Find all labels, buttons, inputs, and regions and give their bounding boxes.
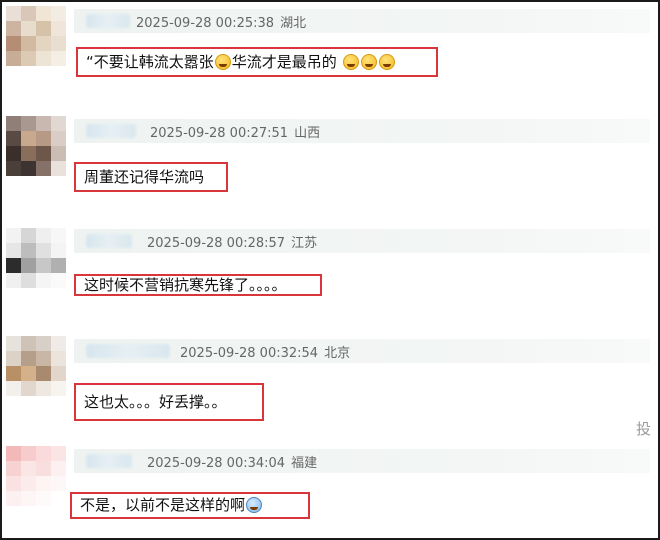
comment-timestamp: 2025-09-28 00:34:04 福建 <box>147 452 323 471</box>
comment-text: 不是，以前不是这样的啊 <box>80 496 246 514</box>
comment-time: 2025-09-28 00:28:57 <box>147 236 286 251</box>
comment-timestamp: 2025-09-28 00:32:54 北京 <box>180 342 356 361</box>
comment-content-highlighted: 周董还记得华流吗 <box>74 162 228 192</box>
side-action-label[interactable]: 投 <box>636 418 651 439</box>
comment-time: 2025-09-28 00:32:54 <box>180 346 319 361</box>
comment-timestamp: 2025-09-28 00:28:57 江苏 <box>147 232 323 251</box>
avatar[interactable] <box>6 446 66 506</box>
comment-location: 江苏 <box>291 236 318 251</box>
comment-content-highlighted: 这也太。。。好丢撑。。 <box>74 383 264 421</box>
username-blurred[interactable] <box>86 14 130 28</box>
avatar[interactable] <box>6 116 66 176</box>
comment-location: 山西 <box>294 126 321 141</box>
grin-squint-emoji <box>214 54 231 70</box>
comment-meta-bar: 2025-09-28 00:27:51 山西 <box>74 119 650 143</box>
comment-meta-bar: 2025-09-28 00:34:04 福建 <box>74 449 650 473</box>
comment-content-highlighted: “不要让韩流太嚣张 华流才是最吊的 <box>76 47 438 77</box>
avatar[interactable] <box>6 336 66 396</box>
comment-meta-bar: 2025-09-28 00:25:38 湖北 <box>74 9 650 33</box>
comment-text: 这也太。。。好丢撑。。 <box>84 393 227 411</box>
avatar[interactable] <box>6 228 66 288</box>
comment-location: 福建 <box>291 456 318 471</box>
comment-location: 北京 <box>324 346 351 361</box>
username-blurred[interactable] <box>86 454 132 468</box>
comment-time: 2025-09-28 00:34:04 <box>147 456 286 471</box>
comment-meta-bar: 2025-09-28 00:28:57 江苏 <box>74 229 650 253</box>
comment-timestamp: 2025-09-28 00:25:38 湖北 <box>136 12 312 31</box>
comment-text: “不要让韩流太嚣张 <box>86 53 214 71</box>
avatar[interactable] <box>6 6 66 66</box>
comment-content-highlighted: 不是，以前不是这样的啊 <box>70 492 310 519</box>
comment-text-continued: 华流才是最吊的 <box>231 53 337 71</box>
laugh-squint-emoji <box>360 54 377 70</box>
comment-meta-bar: 2025-09-28 00:32:54 北京 <box>74 339 650 363</box>
laugh-squint-emoji <box>378 54 395 70</box>
username-blurred[interactable] <box>86 344 170 358</box>
comment-time: 2025-09-28 00:25:38 <box>136 16 275 31</box>
username-blurred[interactable] <box>86 234 132 248</box>
comment-timestamp: 2025-09-28 00:27:51 山西 <box>150 122 326 141</box>
laugh-squint-emoji <box>342 54 359 70</box>
comment-location: 湖北 <box>280 16 307 31</box>
username-blurred[interactable] <box>86 124 136 138</box>
comment-text: 周董还记得华流吗 <box>84 168 205 186</box>
fearful-face-emoji <box>246 497 263 513</box>
comment-time: 2025-09-28 00:27:51 <box>150 126 289 141</box>
comment-content-highlighted: 这时候不营销抗寒先锋了。。。。 <box>74 274 322 296</box>
comment-text: 这时候不营销抗寒先锋了。。。。 <box>84 276 287 294</box>
